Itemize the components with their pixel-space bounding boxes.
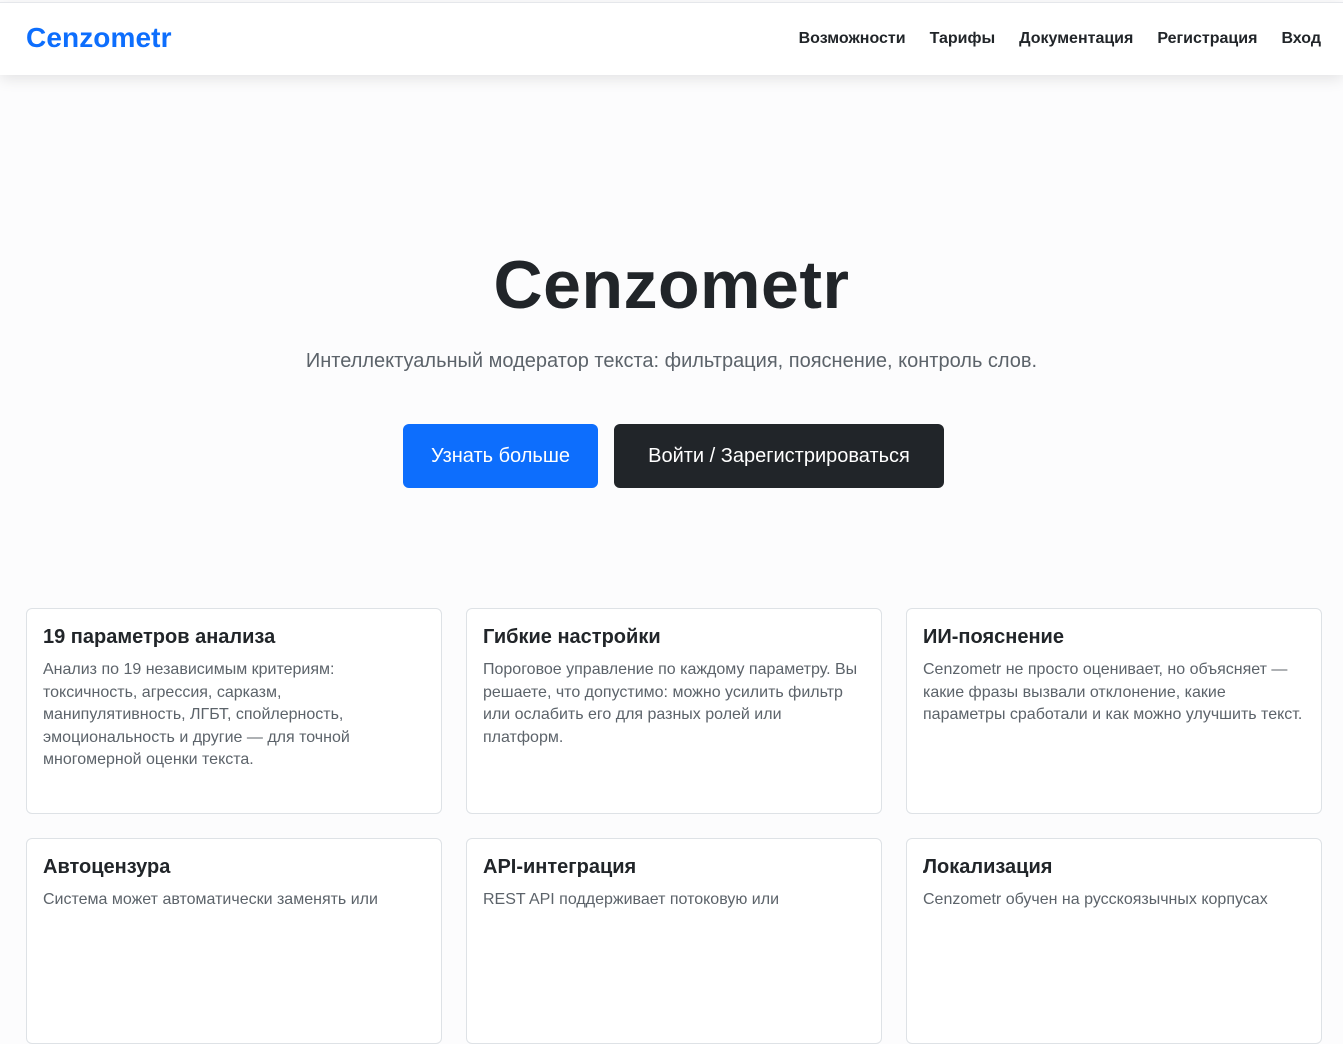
nav-link-docs[interactable]: Документация: [1019, 30, 1133, 48]
feature-card-ai-explanation: ИИ-пояснение Cenzometr не просто оценива…: [906, 608, 1322, 814]
feature-card-text: Cenzometr не просто оценивает, но объясн…: [923, 661, 1303, 724]
nav-link-pricing[interactable]: Тарифы: [930, 30, 996, 48]
feature-card-api: API-интеграция REST API поддерживает пот…: [466, 838, 882, 1044]
feature-card-autocensor: Автоцензура Система может автоматически …: [26, 838, 442, 1044]
hero-title: Cenzometr: [493, 247, 850, 323]
hero-subtitle: Интеллектуальный модератор текста: фильт…: [305, 350, 1038, 372]
feature-card-title: Гибкие настройки: [483, 626, 661, 648]
feature-card-title: 19 параметров анализа: [43, 626, 276, 648]
nav-link-login[interactable]: Вход: [1281, 30, 1321, 48]
nav-link-register[interactable]: Регистрация: [1157, 30, 1257, 48]
feature-card-title: API-интеграция: [483, 856, 637, 878]
feature-card-title: Локализация: [923, 856, 1053, 878]
login-register-button[interactable]: Войти / Зарегистрироваться: [614, 424, 944, 488]
feature-card-text: Пороговое управление по каждому параметр…: [483, 661, 858, 746]
top-navbar: Cenzometr Возможности Тарифы Документаци…: [0, 2, 1343, 75]
feature-card-text: REST API поддерживает потоковую или: [483, 891, 779, 908]
feature-card-text: Система может автоматически заменять или: [43, 891, 378, 908]
feature-card-parameters: 19 параметров анализа Анализ по 19 незав…: [26, 608, 442, 814]
feature-card-localization: Локализация Cenzometr обучен на русскояз…: [906, 838, 1322, 1044]
feature-card-text: Cenzometr обучен на русскоязычных корпус…: [923, 891, 1268, 908]
feature-card-settings: Гибкие настройки Пороговое управление по…: [466, 608, 882, 814]
feature-card-title: Автоцензура: [43, 856, 171, 878]
feature-card-title: ИИ-пояснение: [923, 626, 1064, 648]
brand-logo-link[interactable]: Cenzometr: [26, 22, 172, 54]
nav-link-features[interactable]: Возможности: [799, 30, 906, 48]
learn-more-button[interactable]: Узнать больше: [403, 424, 598, 488]
nav-links: Возможности Тарифы Документация Регистра…: [799, 30, 1321, 48]
feature-card-text: Анализ по 19 независимым критериям: токс…: [43, 661, 350, 769]
